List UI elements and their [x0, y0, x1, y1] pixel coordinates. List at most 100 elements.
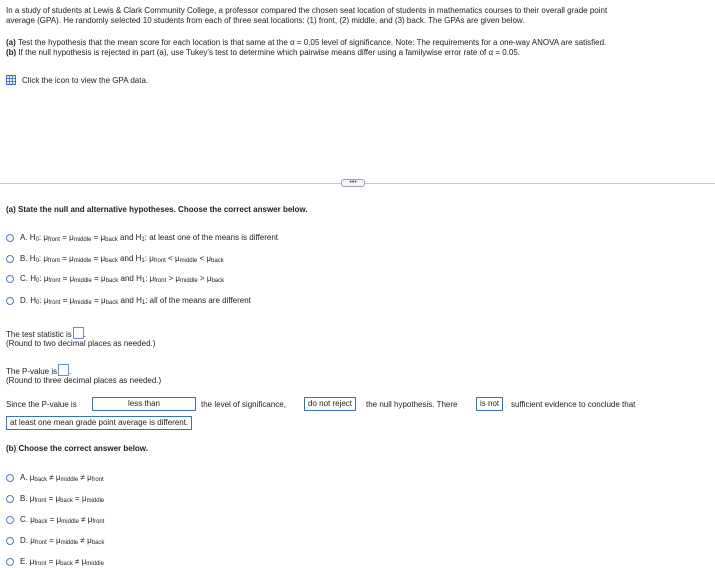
mu-subscript: back: [210, 258, 224, 264]
part-a-radio[interactable]: [6, 275, 14, 283]
part-b-radio[interactable]: [6, 516, 14, 524]
option-letter: E.: [20, 557, 30, 566]
task-a: (a) Test the hypothesis that the mean sc…: [6, 38, 711, 48]
mu-subscript: front: [34, 498, 47, 504]
mu-subscript: middle: [86, 498, 105, 504]
option-letter: D.: [20, 536, 31, 545]
expand-more-button[interactable]: •••: [341, 179, 365, 187]
mu-subscript: middle: [74, 278, 92, 284]
part-a-option[interactable]: B. H0: μfront = μmiddle = μback and H1: …: [20, 254, 224, 264]
part-a-option[interactable]: D. H0: μfront = μmiddle = μback and H1: …: [20, 296, 251, 306]
test-statistic-input[interactable]: [72, 327, 84, 339]
p-value-hint: (Round to three decimal places as needed…: [6, 376, 162, 385]
claim-dropdown[interactable]: at least one mean grade point average is…: [6, 416, 193, 430]
and-text: and: [118, 296, 137, 305]
part-b-radio[interactable]: [6, 558, 14, 566]
task-b: (b) If the null hypothesis is rejected i…: [6, 48, 711, 58]
part-a-option[interactable]: A. H0: μfront = μmiddle = μback and H1: …: [20, 233, 278, 243]
conclusion-mid: the level of significance,: [201, 400, 286, 409]
mu-subscript: front: [91, 477, 104, 483]
conclusion-mid2: the null hypothesis. There: [366, 400, 458, 409]
operator: =: [60, 296, 70, 305]
operator: >: [197, 274, 207, 283]
option-letter: C.: [20, 274, 31, 283]
mu-subscript: front: [47, 258, 60, 264]
mu-subscript: back: [105, 258, 118, 264]
part-b-option[interactable]: C. μback = μmiddle ≠ μfront: [20, 515, 104, 525]
operator: =: [46, 536, 56, 545]
intro-line-2: average (GPA). He randomly selected 10 s…: [6, 16, 525, 25]
option-letter: A.: [20, 233, 30, 242]
part-b-option[interactable]: A. μback ≠ μmiddle ≠ μfront: [20, 473, 104, 483]
operator: ≠: [47, 473, 56, 482]
operator: =: [59, 254, 70, 263]
task-b-label: (b): [6, 48, 17, 57]
evidence-dropdown[interactable]: is not: [476, 397, 504, 411]
mu-subscript: back: [105, 237, 118, 243]
comparison-dropdown[interactable]: less than: [92, 397, 196, 411]
part-b-option[interactable]: D. μfront = μmiddle ≠ μback: [20, 536, 104, 546]
mu-subscript: middle: [86, 561, 104, 567]
operator: =: [91, 233, 101, 242]
mu-subscript: front: [48, 300, 61, 306]
test-statistic-hint: (Round to two decimal places as needed.): [6, 339, 156, 348]
task-a-label: (a): [6, 38, 16, 47]
view-data-link[interactable]: Click the icon to view the GPA data.: [22, 76, 148, 85]
part-a-option[interactable]: C. H0: μfront = μmiddle = μback and H1: …: [20, 274, 224, 284]
operator: =: [46, 557, 56, 566]
alternative-text: all of the means are different: [149, 296, 251, 305]
mu-subscript: middle: [73, 258, 92, 264]
test-statistic-label: The test statistic is: [6, 330, 72, 339]
task-b-text: If the null hypothesis is rejected in pa…: [16, 48, 521, 57]
part-a-radio[interactable]: [6, 234, 14, 242]
mu-subscript: middle: [74, 300, 92, 306]
table-grid-icon[interactable]: [6, 75, 16, 85]
test-statistic-row: The test statistic is.: [6, 327, 86, 339]
p-value-row: The P-value is.: [6, 364, 71, 376]
operator: =: [72, 494, 82, 503]
mu-subscript: front: [154, 278, 167, 284]
period: .: [69, 367, 72, 376]
operator: =: [59, 233, 70, 242]
mu-subscript: back: [105, 300, 119, 306]
part-b-radio[interactable]: [6, 537, 14, 545]
option-letter: A.: [20, 473, 30, 482]
and-text: and: [117, 233, 136, 242]
mu-subscript: back: [34, 519, 48, 525]
operator: =: [46, 494, 56, 503]
mu-subscript: back: [211, 278, 225, 284]
mu-subscript: middle: [179, 258, 198, 264]
mu-subscript: middle: [61, 519, 79, 525]
and-text: and: [118, 274, 137, 283]
part-a-radio[interactable]: [6, 255, 14, 263]
part-b-radio[interactable]: [6, 474, 14, 482]
mu-subscript: middle: [73, 237, 92, 243]
operator: =: [91, 274, 101, 283]
task-a-text: Test the hypothesis that the mean score …: [15, 38, 607, 47]
operator: =: [91, 254, 101, 263]
and-text: and: [117, 254, 136, 263]
option-letter: D.: [20, 296, 31, 305]
mu-subscript: front: [34, 561, 47, 567]
mu-subscript: back: [91, 540, 105, 546]
mu-subscript: front: [47, 237, 60, 243]
conclusion-tail: sufficient evidence to conclude that: [511, 400, 636, 409]
problem-intro: In a study of students at Lewis & Clark …: [6, 6, 711, 26]
intro-line-1: In a study of students at Lewis & Clark …: [6, 6, 608, 15]
option-letter: B.: [20, 494, 30, 503]
task-list: (a) Test the hypothesis that the mean sc…: [6, 38, 711, 58]
operator: ≠: [78, 536, 88, 545]
part-a-prompt: (a) State the null and alternative hypot…: [6, 205, 308, 214]
operator: ≠: [72, 557, 82, 566]
operator: =: [60, 274, 70, 283]
part-b-option[interactable]: E. μfront = μback ≠ μmiddle: [20, 557, 104, 567]
operator: <: [165, 254, 175, 263]
conclusion-since: Since the P-value is: [6, 400, 77, 409]
p-value-input[interactable]: [58, 364, 70, 376]
mu-subscript: back: [105, 278, 119, 284]
part-a-radio[interactable]: [6, 297, 14, 305]
part-b-option[interactable]: B. μfront = μback = μmiddle: [20, 494, 104, 504]
operator: =: [91, 296, 101, 305]
decision-dropdown[interactable]: do not reject: [304, 397, 357, 411]
part-b-radio[interactable]: [6, 495, 14, 503]
